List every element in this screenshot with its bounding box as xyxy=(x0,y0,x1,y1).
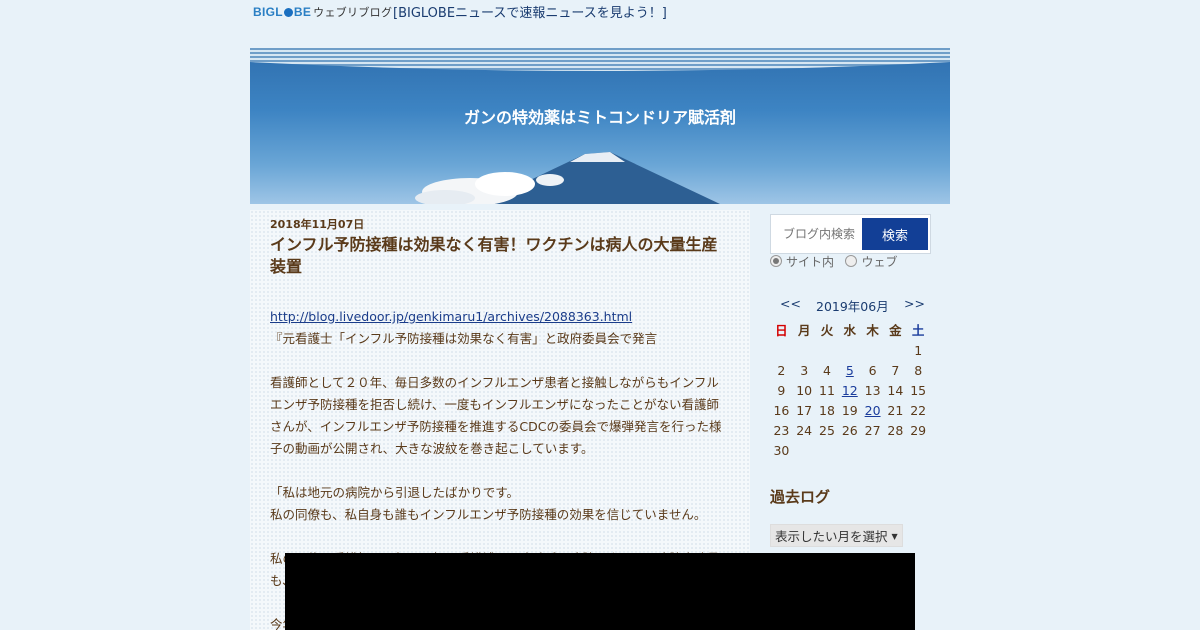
calendar-day: 24 xyxy=(796,422,813,438)
calendar-week: 23 24 25 26 27 28 29 xyxy=(770,420,930,440)
calendar-empty-cell xyxy=(861,440,884,460)
calendar-empty-cell xyxy=(770,340,793,360)
wave-pattern-decoration xyxy=(250,48,950,71)
biglobe-logo[interactable]: BIGL BE ウェブリブログ xyxy=(253,4,392,20)
calendar-empty-cell xyxy=(816,340,839,360)
calendar-weekday: 月 xyxy=(797,322,811,338)
calendar-day: 9 xyxy=(777,382,786,398)
calendar-weekday: 金 xyxy=(889,322,902,338)
logo-text-2: BE xyxy=(293,5,312,19)
calendar-empty-cell xyxy=(816,440,839,460)
calendar-day: 11 xyxy=(819,382,835,398)
calendar-week: 16 17 18 19 20 21 22 xyxy=(770,400,930,420)
archive-month-select[interactable]: 表示したい月を選択 ▼ xyxy=(770,524,903,547)
radio-web-icon[interactable] xyxy=(845,255,858,267)
logo-subtitle: ウェブリブログ xyxy=(313,7,393,19)
post-paragraph: 「私は地元の病院から引退したばかりです。 xyxy=(270,485,520,500)
news-link[interactable]: [BIGLOBEニュースで速報ニュースを見よう！] xyxy=(393,2,667,21)
calendar-empty-cell xyxy=(884,440,907,460)
calendar-day: 15 xyxy=(910,382,927,398)
calendar-day: 16 xyxy=(773,402,790,418)
calendar-weekday: 木 xyxy=(866,322,879,338)
calendar-day-link[interactable]: 5 xyxy=(846,363,854,378)
calendar-day: 13 xyxy=(864,382,881,398)
calendar-header: << 2019年06月 >> xyxy=(770,296,930,316)
calendar-day: 28 xyxy=(887,422,904,438)
calendar-empty-cell xyxy=(793,340,816,360)
calendar-empty-cell xyxy=(793,440,816,460)
post-line: 『元看護士「インフル予防接種は効果なく有害」と政府委員会で発言 xyxy=(270,331,658,346)
calendar-week: 2345678 xyxy=(770,360,930,380)
search-box: 検索 xyxy=(770,214,931,254)
radio-site-icon[interactable] xyxy=(770,255,782,267)
calendar-weekday: 火 xyxy=(820,322,834,338)
blog-title[interactable]: ガンの特効薬はミトコンドリア賦活剤 xyxy=(250,104,950,128)
calendar-day: 22 xyxy=(910,402,927,418)
calendar-empty-cell xyxy=(884,340,907,360)
archive-heading: 過去ログ xyxy=(770,488,831,506)
radio-web-label[interactable]: ウェブ xyxy=(861,255,897,269)
calendar-day: 17 xyxy=(796,402,813,418)
calendar-empty-cell xyxy=(907,440,930,460)
calendar-day-link[interactable]: 20 xyxy=(865,403,881,418)
top-bar: BIGL BE ウェブリブログ [BIGLOBEニュースで速報ニュースを見よう！] xyxy=(253,0,953,22)
calendar: << 2019年06月 >> 日月火水木金土 1 2 3 4 5 6 7 8 9 10 11 12 13… xyxy=(770,296,930,458)
calendar-day: 19 xyxy=(841,402,858,418)
logo-text-1: BIGL xyxy=(253,5,283,19)
search-button[interactable]: 検索 xyxy=(862,218,928,250)
calendar-month-label[interactable]: 2019年06月 xyxy=(816,296,889,315)
calendar-day: 7 xyxy=(891,362,900,378)
calendar-day[interactable]: 12 xyxy=(838,380,861,400)
calendar-day: 25 xyxy=(819,422,835,438)
archive-select-label: 表示したい月を選択 xyxy=(775,529,888,544)
calendar-day: 10 xyxy=(796,382,813,398)
calendar-day: 1 xyxy=(914,342,923,358)
calendar-day: 27 xyxy=(864,422,881,438)
calendar-day: 2 xyxy=(777,362,786,378)
calendar-day: 3 xyxy=(800,362,809,378)
calendar-day: 8 xyxy=(914,362,923,378)
ad-overlay[interactable] xyxy=(285,553,915,630)
calendar-day: 23 xyxy=(773,422,790,438)
calendar-weekday: 水 xyxy=(843,322,857,338)
radio-site-label[interactable]: サイト内 xyxy=(786,255,834,269)
calendar-weekday: 土 xyxy=(911,322,925,338)
post-source-link[interactable]: http://blog.livedoor.jp/genkimaru1/archi… xyxy=(270,309,632,324)
calendar-day: 14 xyxy=(887,382,904,398)
calendar-day[interactable]: 20 xyxy=(861,400,884,420)
calendar-day: 18 xyxy=(819,402,835,418)
calendar-weekday: 日 xyxy=(775,322,788,338)
mount-fuji-image xyxy=(415,152,720,204)
post-date: 2018年11月07日 xyxy=(270,218,365,231)
calendar-day: 29 xyxy=(910,422,927,438)
dropdown-arrow-icon: ▼ xyxy=(891,532,898,541)
calendar-week: 9 10 11 12 13 14 15 xyxy=(770,380,930,400)
calendar-next-link[interactable]: >> xyxy=(904,296,925,311)
calendar-day[interactable]: 5 xyxy=(838,360,861,380)
calendar-empty-cell xyxy=(838,340,861,360)
calendar-week: 30 xyxy=(770,440,930,460)
calendar-day-link[interactable]: 12 xyxy=(842,383,858,398)
calendar-empty-cell xyxy=(838,440,861,460)
calendar-grid: 日月火水木金土 1 2 3 4 5 6 7 8 9 10 11 12 13 14 15 16 17 18 19 20 2… xyxy=(770,318,930,460)
calendar-day: 6 xyxy=(868,362,877,378)
calendar-day: 26 xyxy=(841,422,858,438)
calendar-day: 4 xyxy=(823,362,831,378)
post-title[interactable]: インフル予防接種は効果なく有害！ワクチンは病人の大量生産装置 xyxy=(270,234,730,278)
calendar-day: 30 xyxy=(773,442,790,458)
calendar-empty-cell xyxy=(861,340,884,360)
logo-dot-icon xyxy=(283,8,293,17)
post-paragraph: 私の同僚も、私自身も誰もインフルエンザ予防接種の効果を信じていません。 xyxy=(270,507,707,522)
calendar-day: 21 xyxy=(887,402,904,418)
calendar-prev-link[interactable]: << xyxy=(780,296,801,311)
calendar-week: 1 xyxy=(770,340,930,360)
search-scope: サイト内 ウェブ xyxy=(770,253,897,270)
blog-header-banner: ガンの特効薬はミトコンドリア賦活剤 xyxy=(250,48,950,204)
post-paragraph: 看護師として２０年、毎日多数のインフルエンザ患者と接触しながらもインフルエンザ予… xyxy=(270,375,722,456)
